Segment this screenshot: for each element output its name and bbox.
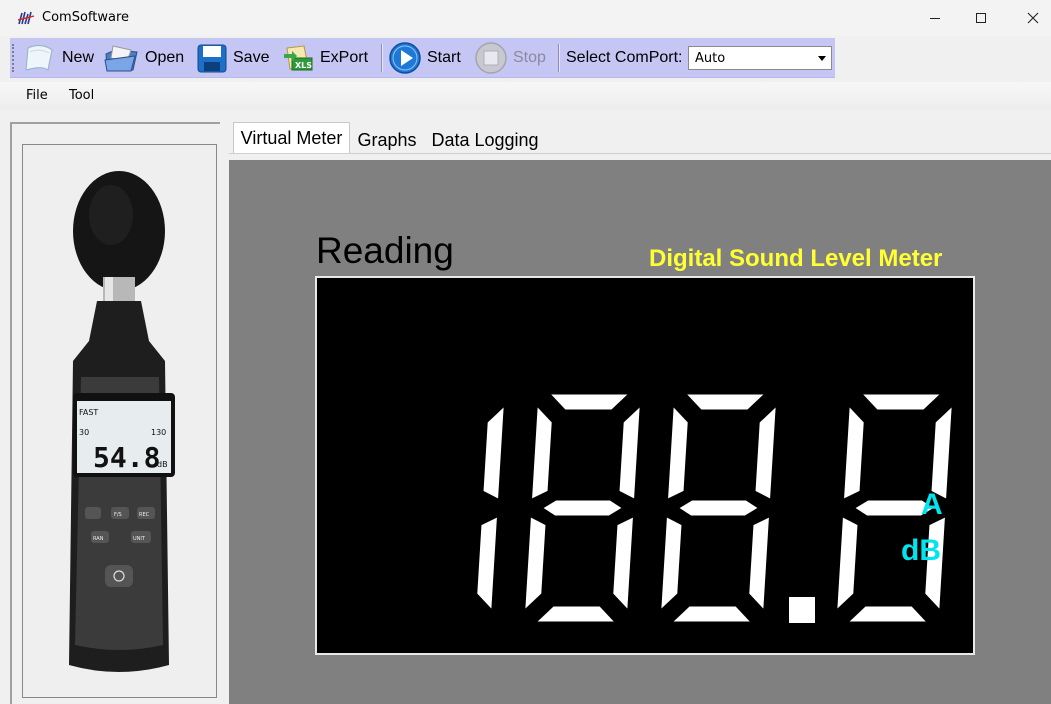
segment-d: [666, 603, 757, 625]
meter-display: [315, 276, 975, 655]
device-lcd-range-low: 30: [79, 428, 89, 437]
toolbar-grip[interactable]: [12, 44, 15, 72]
new-document-icon: [25, 44, 53, 71]
stop-icon: [475, 42, 507, 74]
segment-d: [530, 603, 621, 625]
menu-tool[interactable]: Tool: [69, 88, 94, 103]
window-title: ComSoftware: [42, 10, 130, 25]
save-button[interactable]: Save: [195, 41, 269, 75]
segment-b: [616, 400, 644, 504]
weighting-label: A: [921, 488, 943, 521]
new-label: New: [62, 49, 95, 66]
segment-d: [842, 603, 933, 625]
start-button[interactable]: Start: [387, 41, 461, 75]
segment-c: [610, 512, 637, 616]
segment-c: [474, 512, 501, 616]
device-image-frame: FAST 30 130 54.8 dB F/S REC RAN UNIT: [22, 144, 217, 698]
minimize-icon: [930, 18, 940, 19]
tab-strip: Virtual Meter Graphs Data Logging: [229, 122, 1051, 154]
tab-graphs[interactable]: Graphs: [351, 126, 423, 154]
sound-level-meter-image: FAST 30 130 54.8 dB F/S REC RAN UNIT: [69, 171, 175, 672]
segment-f: [664, 400, 691, 504]
segment-f: [840, 400, 867, 504]
stop-button[interactable]: Stop: [473, 41, 546, 75]
seven-segment-readout: [474, 391, 956, 625]
device-lcd-range-high: 130: [151, 428, 166, 437]
display-digit: [521, 391, 644, 625]
device-button-unit: UNIT: [133, 536, 146, 542]
unit-label: dB: [901, 534, 941, 567]
close-icon: [1027, 12, 1039, 24]
segment-b: [480, 400, 508, 504]
start-label: Start: [427, 49, 461, 66]
segment-a: [680, 391, 771, 413]
segment-b: [752, 400, 780, 504]
open-label: Open: [145, 49, 185, 66]
toolbar-separator: [558, 44, 559, 72]
segment-e: [833, 512, 861, 616]
segment-b: [928, 400, 956, 504]
play-icon: [389, 42, 421, 74]
decimal-point: [789, 597, 815, 623]
display-digit: [474, 400, 508, 616]
device-button-rec: REC: [139, 512, 150, 518]
minimize-button[interactable]: [912, 0, 958, 36]
chevron-down-icon: [818, 56, 826, 61]
export-xls-icon: XLS: [284, 45, 313, 71]
segment-e: [521, 512, 549, 616]
svg-text:XLS: XLS: [295, 61, 312, 70]
comport-label: Select ComPort:: [566, 49, 683, 66]
segment-c: [746, 512, 773, 616]
comport-select[interactable]: Auto: [688, 46, 832, 70]
save-label: Save: [233, 49, 270, 66]
segment-g: [537, 497, 628, 519]
export-button[interactable]: XLS ExPort: [282, 41, 368, 75]
new-button[interactable]: New: [22, 41, 94, 75]
tab-virtual-meter[interactable]: Virtual Meter: [233, 122, 350, 154]
save-disk-icon: [197, 44, 227, 73]
tab-data-logging[interactable]: Data Logging: [425, 126, 545, 154]
close-button[interactable]: [1010, 0, 1051, 36]
menu-file[interactable]: File: [26, 88, 48, 103]
tab-divider: [229, 153, 1051, 154]
segment-a: [856, 391, 947, 413]
comport-value: Auto: [695, 51, 726, 66]
maximize-button[interactable]: [958, 0, 1004, 36]
maximize-icon: [976, 13, 986, 23]
export-label: ExPort: [320, 49, 369, 66]
segment-e: [657, 512, 685, 616]
open-button[interactable]: Open: [103, 41, 184, 75]
stop-label: Stop: [513, 49, 546, 66]
device-button-fs: F/S: [114, 512, 122, 518]
device-lcd-unit: dB: [157, 460, 168, 469]
segment-f: [528, 400, 555, 504]
segment-g: [673, 497, 764, 519]
open-folder-icon: [104, 45, 138, 72]
meter-title: Digital Sound Level Meter: [649, 245, 943, 272]
menu-bar: File Tool: [0, 82, 1051, 110]
title-bar: ComSoftware: [0, 0, 1051, 36]
toolbar-separator: [381, 44, 382, 72]
segment-a: [544, 391, 635, 413]
device-button-ran: RAN: [93, 536, 104, 542]
device-lcd-mode: FAST: [79, 408, 98, 417]
app-logo-icon: [18, 11, 34, 25]
display-digit: [657, 391, 780, 625]
device-lcd-value: 54.8: [93, 441, 160, 474]
reading-heading: Reading: [316, 230, 454, 271]
